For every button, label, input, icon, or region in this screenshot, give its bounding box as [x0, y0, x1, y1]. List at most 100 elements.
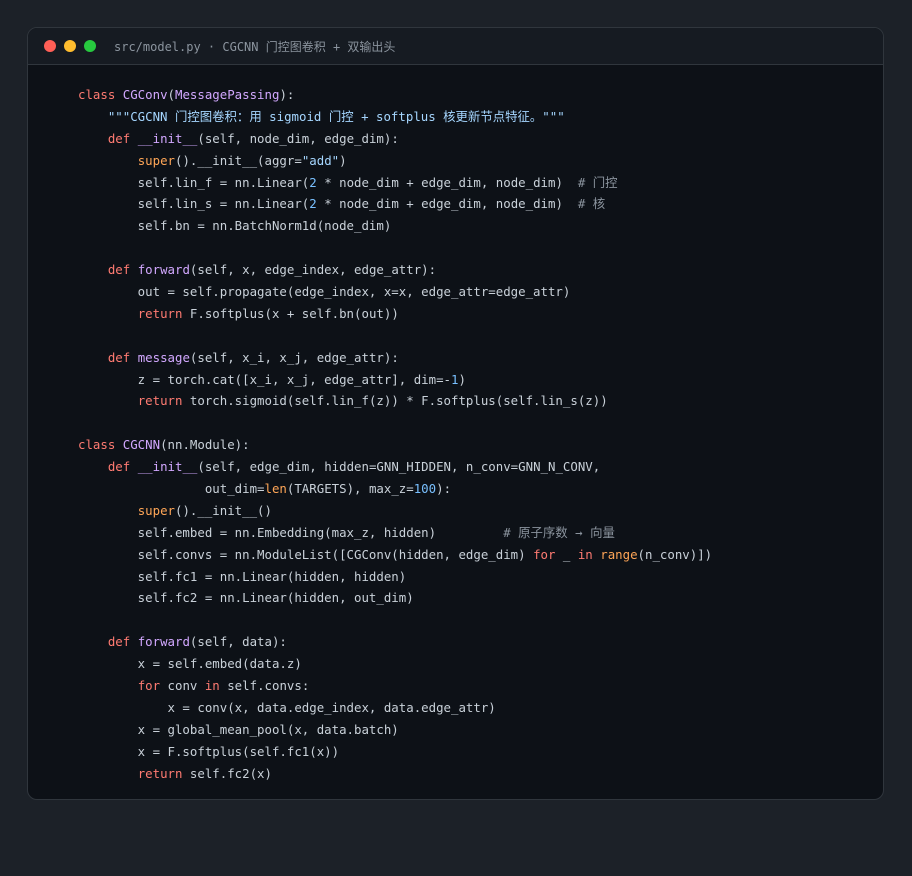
code-token: F.softplus(x + self.bn(out)) — [189, 305, 399, 321]
code-line: class CGCNN(nn.Module): — [78, 434, 873, 456]
code-token: def — [107, 349, 138, 365]
code-token: x = conv(x, data.edge_index, data.edge_a… — [78, 699, 496, 715]
code-token: return — [137, 393, 190, 409]
maximize-window-button[interactable] — [84, 40, 96, 52]
code-line: x = F.softplus(self.fc1(x)) — [78, 741, 873, 763]
code-token: self.fc2(x) — [189, 765, 272, 781]
code-line: self.bn = nn.BatchNorm1d(node_dim) — [78, 215, 873, 237]
code-line: self.lin_s = nn.Linear(2 * node_dim + ed… — [78, 193, 873, 215]
minimize-window-button[interactable] — [64, 40, 76, 52]
code-token: MessagePassing — [175, 87, 280, 102]
code-token: _ — [555, 546, 578, 562]
code-line: super().__init__(aggr="add") — [78, 150, 873, 172]
code-token: ().__init__() — [175, 502, 272, 518]
code-token: self.embed = nn.Embedding(max_z, hidden) — [78, 524, 504, 540]
code-token: def — [107, 634, 138, 650]
code-token: super — [137, 152, 175, 168]
code-line: x = global_mean_pool(x, data.batch) — [78, 719, 873, 741]
code-line: for conv in self.convs: — [78, 675, 873, 697]
code-token: out = self.propagate(edge_index, x=x, ed… — [78, 284, 571, 300]
code-token: forward — [137, 634, 190, 650]
code-token: self.lin_s = nn.Linear( — [78, 196, 310, 212]
code-line: self.fc2 = nn.Linear(hidden, out_dim) — [78, 587, 873, 609]
code-token: # 核 — [577, 196, 606, 212]
code-token: ( — [167, 87, 175, 102]
code-line: def forward(self, data): — [78, 631, 873, 653]
code-token: def — [107, 130, 138, 146]
code-token: in — [204, 678, 220, 694]
code-line: self.fc1 = nn.Linear(hidden, hidden) — [78, 566, 873, 588]
window-title: src/model.py · CGCNN 门控图卷积 + 双输出头 — [114, 39, 396, 54]
code-token: ().__init__(aggr= — [175, 152, 302, 168]
code-token: x = global_mean_pool(x, data.batch) — [78, 721, 399, 737]
code-line: x = self.embed(data.z) — [78, 653, 873, 675]
code-token: message — [137, 349, 190, 365]
code-token: (self, x_i, x_j, edge_attr): — [189, 349, 399, 365]
code-token: # 门控 — [577, 174, 618, 190]
code-line: return F.softplus(x + self.bn(out)) — [78, 303, 873, 325]
code-token: def — [107, 262, 138, 278]
code-token: __init__ — [137, 459, 198, 475]
code-token: return — [137, 305, 190, 321]
code-token: "add" — [301, 152, 340, 168]
code-token: conv — [160, 678, 205, 694]
code-token: ) — [339, 152, 347, 168]
code-token: ): — [279, 87, 295, 102]
code-token: 2 — [309, 174, 317, 190]
code-line: class CGConv(MessagePassing): — [78, 84, 873, 106]
code-line: def forward(self, x, edge_index, edge_at… — [78, 259, 873, 281]
code-token: ): — [436, 481, 452, 497]
code-line: return self.fc2(x) — [78, 763, 873, 785]
code-token: in — [577, 546, 593, 562]
code-line: z = torch.cat([x_i, x_j, edge_attr], dim… — [78, 369, 873, 391]
code-line: def message(self, x_i, x_j, edge_attr): — [78, 347, 873, 369]
code-token: range — [600, 546, 638, 562]
window-titlebar: src/model.py · CGCNN 门控图卷积 + 双输出头 — [28, 28, 883, 65]
code-token: (TARGETS), max_z= — [286, 481, 414, 497]
code-token: return — [137, 765, 190, 781]
close-window-button[interactable] — [44, 40, 56, 52]
code-token: class — [78, 437, 123, 453]
code-token: out_dim= — [78, 481, 265, 497]
code-token: self.convs: — [219, 678, 310, 694]
code-block: class CGConv(MessagePassing): """CGCNN 门… — [78, 84, 873, 785]
code-line: self.lin_f = nn.Linear(2 * node_dim + ed… — [78, 172, 873, 194]
code-token: 2 — [309, 196, 317, 212]
code-token: (n_conv)]) — [637, 546, 713, 562]
code-line: return torch.sigmoid(self.lin_f(z)) * F.… — [78, 390, 873, 412]
code-token: self.fc2 = nn.Linear(hidden, out_dim) — [78, 590, 414, 606]
code-line: super().__init__() — [78, 500, 873, 522]
code-line: out = self.propagate(edge_index, x=x, ed… — [78, 281, 873, 303]
code-token: super — [137, 502, 175, 518]
code-token: CGConv — [122, 87, 168, 102]
code-token: ) — [458, 371, 466, 387]
code-token: (self, data): — [189, 634, 287, 650]
code-token: torch.sigmoid(self.lin_f(z)) * F.softplu… — [189, 393, 608, 409]
code-token: CGCNN — [122, 437, 161, 453]
code-token: (self, edge_dim, hidden=GNN_HIDDEN, n_co… — [197, 459, 601, 475]
code-line: self.convs = nn.ModuleList([CGConv(hidde… — [78, 544, 873, 566]
code-token: self.fc1 = nn.Linear(hidden, hidden) — [78, 568, 407, 584]
code-line: self.embed = nn.Embedding(max_z, hidden)… — [78, 522, 873, 544]
code-token: for — [137, 678, 161, 694]
code-token: self.convs = nn.ModuleList([CGConv(hidde… — [78, 546, 534, 562]
code-token: (nn.Module): — [160, 437, 250, 453]
code-line: out_dim=len(TARGETS), max_z=100): — [78, 478, 873, 500]
code-token: (self, node_dim, edge_dim): — [197, 130, 399, 146]
code-token: 100 — [413, 481, 437, 497]
code-line: def __init__(self, node_dim, edge_dim): — [78, 128, 873, 150]
code-token: __init__ — [137, 130, 198, 146]
